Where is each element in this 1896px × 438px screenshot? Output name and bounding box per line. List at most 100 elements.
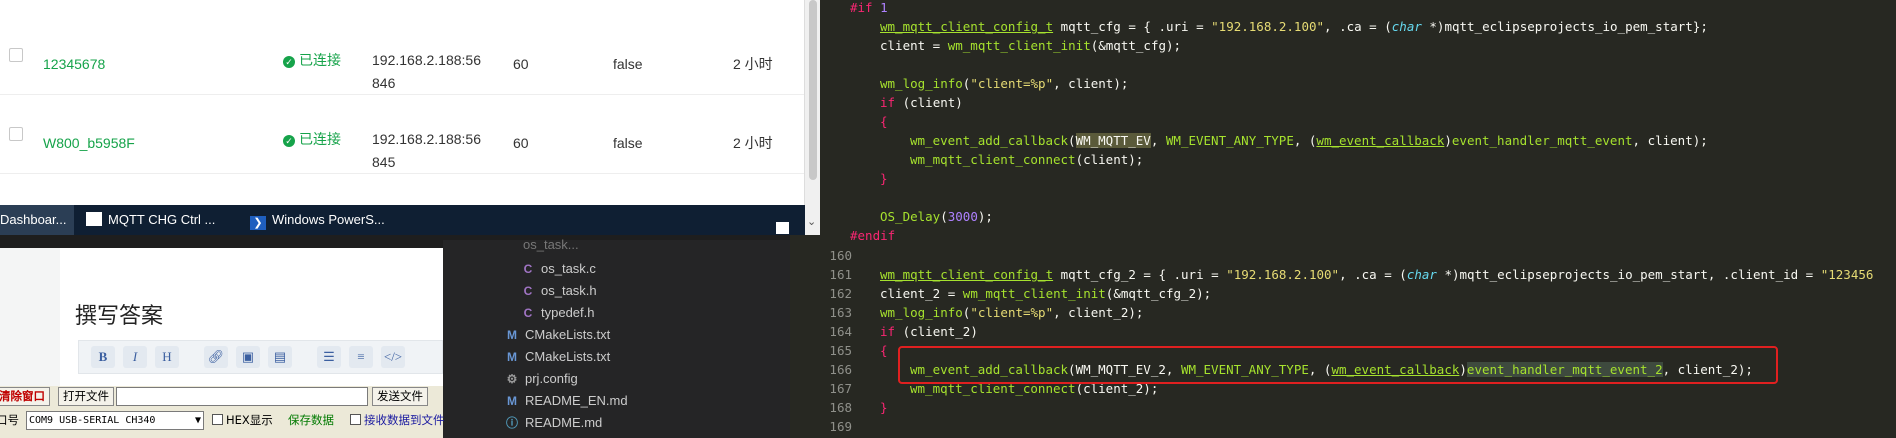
editor-left-margin — [0, 248, 60, 386]
cmake-icon: M — [507, 350, 517, 364]
check-circle-icon: ✓ — [283, 56, 295, 68]
line-number: 169 — [829, 419, 852, 434]
code-line[interactable]: 164 if (client_2) — [790, 322, 1896, 341]
tree-item-label: typedef.h — [541, 305, 595, 320]
status-badge: ✓ 已连接 — [283, 128, 343, 151]
link-button[interactable]: 🔗︎ — [204, 346, 228, 368]
table-row[interactable]: 12345678 ✓ 已连接 192.168.2.188:56846 60 fal… — [0, 17, 805, 95]
send-file-button[interactable]: 发送文件 — [372, 387, 428, 406]
checkbox-icon — [350, 414, 361, 425]
tree-item[interactable]: M CMakeLists.txt — [505, 324, 610, 346]
code-line[interactable]: 160 — [790, 246, 1896, 265]
unordered-list-button[interactable]: ☰ — [317, 346, 341, 368]
scrollbar-thumb[interactable] — [809, 0, 817, 180]
code-line[interactable]: client = wm_mqtt_client_init(&mqtt_cfg); — [790, 36, 1896, 55]
taskbar-item-powershell[interactable]: ❯ Windows PowerS... — [244, 205, 404, 235]
code-line[interactable]: 161 wm_mqtt_client_config_t mqtt_cfg_2 = … — [790, 265, 1896, 284]
answer-title: 撰写答案 — [75, 303, 164, 328]
tree-item-label: CMakeLists.txt — [525, 349, 611, 364]
ordered-list-icon: ≡ — [357, 349, 365, 364]
port-label: 口号 — [0, 413, 19, 427]
heading-button[interactable]: H — [155, 346, 179, 368]
line-number: 168 — [829, 400, 852, 415]
markdown-icon: M — [507, 394, 517, 408]
code-icon: </> — [383, 349, 403, 364]
line-number: 163 — [829, 305, 852, 320]
code-line[interactable]: 162 client_2 = wm_mqtt_client_init(&mqtt_… — [790, 284, 1896, 303]
clear-window-button[interactable]: 清除窗口 — [0, 387, 50, 406]
tree-item[interactable]: M CMakeLists.txt — [505, 346, 610, 368]
line-number: 165 — [829, 343, 852, 358]
file-button[interactable]: ▤ — [268, 346, 292, 368]
port-value: COM9 USB-SERIAL CH340 — [29, 415, 156, 426]
row-checkbox[interactable] — [9, 127, 23, 141]
client-id-link[interactable]: W800_b5958F — [43, 135, 135, 151]
code-line[interactable]: 168} — [790, 398, 1896, 417]
windows-taskbar: Dashboar... MQTT CHG Ctrl ... ❯ Windows P… — [0, 205, 805, 235]
client-id-link[interactable]: 12345678 — [43, 56, 105, 72]
hex-display-checkbox[interactable]: HEX显示 — [212, 411, 273, 429]
c-header-icon: C — [523, 284, 533, 298]
row-checkbox[interactable] — [9, 48, 23, 62]
code-line[interactable]: { — [790, 112, 1896, 131]
file-path-input[interactable] — [116, 387, 368, 406]
line-number: 164 — [829, 324, 852, 339]
taskbar-item-label: Windows PowerS... — [272, 212, 385, 227]
bold-button[interactable]: B — [91, 346, 115, 368]
italic-button[interactable]: I — [123, 346, 147, 368]
list-icon: ☰ — [323, 349, 335, 364]
code-line[interactable]: wm_mqtt_client_connect(client); — [790, 150, 1896, 169]
code-line[interactable]: } — [790, 169, 1896, 188]
tree-item[interactable]: ⚙ prj.config — [505, 368, 578, 390]
tree-item-partial: os_task... — [523, 237, 579, 252]
line-number: 160 — [829, 248, 852, 263]
tree-item[interactable]: ⓘ README.md — [505, 412, 602, 434]
image-button[interactable]: ▣ — [236, 346, 260, 368]
code-line[interactable]: wm_event_add_callback(WM_MQTT_EV, WM_EVE… — [790, 131, 1896, 150]
receive-to-file-checkbox[interactable]: 接收数据到文件 — [350, 411, 445, 429]
ordered-list-button[interactable]: ≡ — [349, 346, 373, 368]
code-line[interactable]: if (client) — [790, 93, 1896, 112]
code-line[interactable]: 169 — [790, 417, 1896, 436]
connected-at: 2 小时 — [733, 135, 773, 151]
code-line[interactable]: wm_mqtt_client_config_t mqtt_cfg = { .ur… — [790, 17, 1896, 36]
code-button[interactable]: </> — [381, 346, 405, 368]
tree-item-label: README.md — [525, 415, 603, 430]
line-number: 162 — [829, 286, 852, 301]
ip-address: 192.168.2.188:56846 — [372, 52, 481, 91]
tree-item[interactable]: Cos_task.c — [521, 258, 596, 280]
code-line[interactable]: #endif — [790, 226, 1896, 245]
status-text: 已连接 — [299, 131, 341, 147]
table-row[interactable]: W800_b5958F ✓ 已连接 192.168.2.188:56845 60 … — [0, 96, 805, 174]
line-number: 161 — [829, 267, 852, 282]
taskbar-item-mqtt[interactable]: MQTT CHG Ctrl ... — [80, 205, 240, 235]
c-file-icon: C — [523, 262, 533, 276]
code-line[interactable]: 163 wm_log_info("client=%p", client_2); — [790, 303, 1896, 322]
gear-icon: ⚙ — [506, 372, 518, 386]
port-select[interactable]: COM9 USB-SERIAL CH340 ▼ — [26, 411, 204, 430]
code-line[interactable]: #if 1 — [790, 0, 1896, 17]
image-icon: ▣ — [241, 349, 255, 364]
app-window-icon — [86, 212, 102, 226]
code-line[interactable]: OS_Delay(3000); — [790, 207, 1896, 226]
save-data-button[interactable]: 保存数据 — [288, 411, 334, 429]
code-line[interactable]: wm_log_info("client=%p", client); — [790, 74, 1896, 93]
tree-item[interactable]: Ctypedef.h — [521, 302, 595, 324]
file-icon: ▤ — [273, 349, 287, 364]
keepalive-value: 60 — [513, 56, 529, 72]
taskbar-item-dashboard[interactable]: Dashboar... — [0, 205, 74, 235]
dashboard-scrollbar[interactable]: ⌄ — [804, 0, 820, 235]
ip-address: 192.168.2.188:56845 — [372, 131, 481, 170]
tree-item[interactable]: Cos_task.h — [521, 280, 597, 302]
mqtt-dashboard-window: 12345678 ✓ 已连接 192.168.2.188:56846 60 fal… — [0, 0, 805, 205]
file-explorer[interactable]: os_task... Cos_task.c Cos_task.h Ctypede… — [443, 237, 790, 438]
open-file-button[interactable]: 打开文件 — [58, 387, 114, 406]
link-icon: 🔗︎ — [207, 349, 225, 364]
receive-to-file-label: 接收数据到文件 — [364, 413, 445, 427]
tree-item[interactable]: M README_EN.md — [505, 390, 628, 412]
tray-icon[interactable] — [776, 222, 789, 234]
cmake-icon: M — [507, 328, 517, 342]
line-number: 167 — [829, 381, 852, 396]
markdown-toolbar: B I H 🔗︎ ▣ ▤ ☰ ≡ </> — [78, 340, 443, 374]
chevron-down-icon[interactable]: ⌄ — [807, 215, 816, 228]
